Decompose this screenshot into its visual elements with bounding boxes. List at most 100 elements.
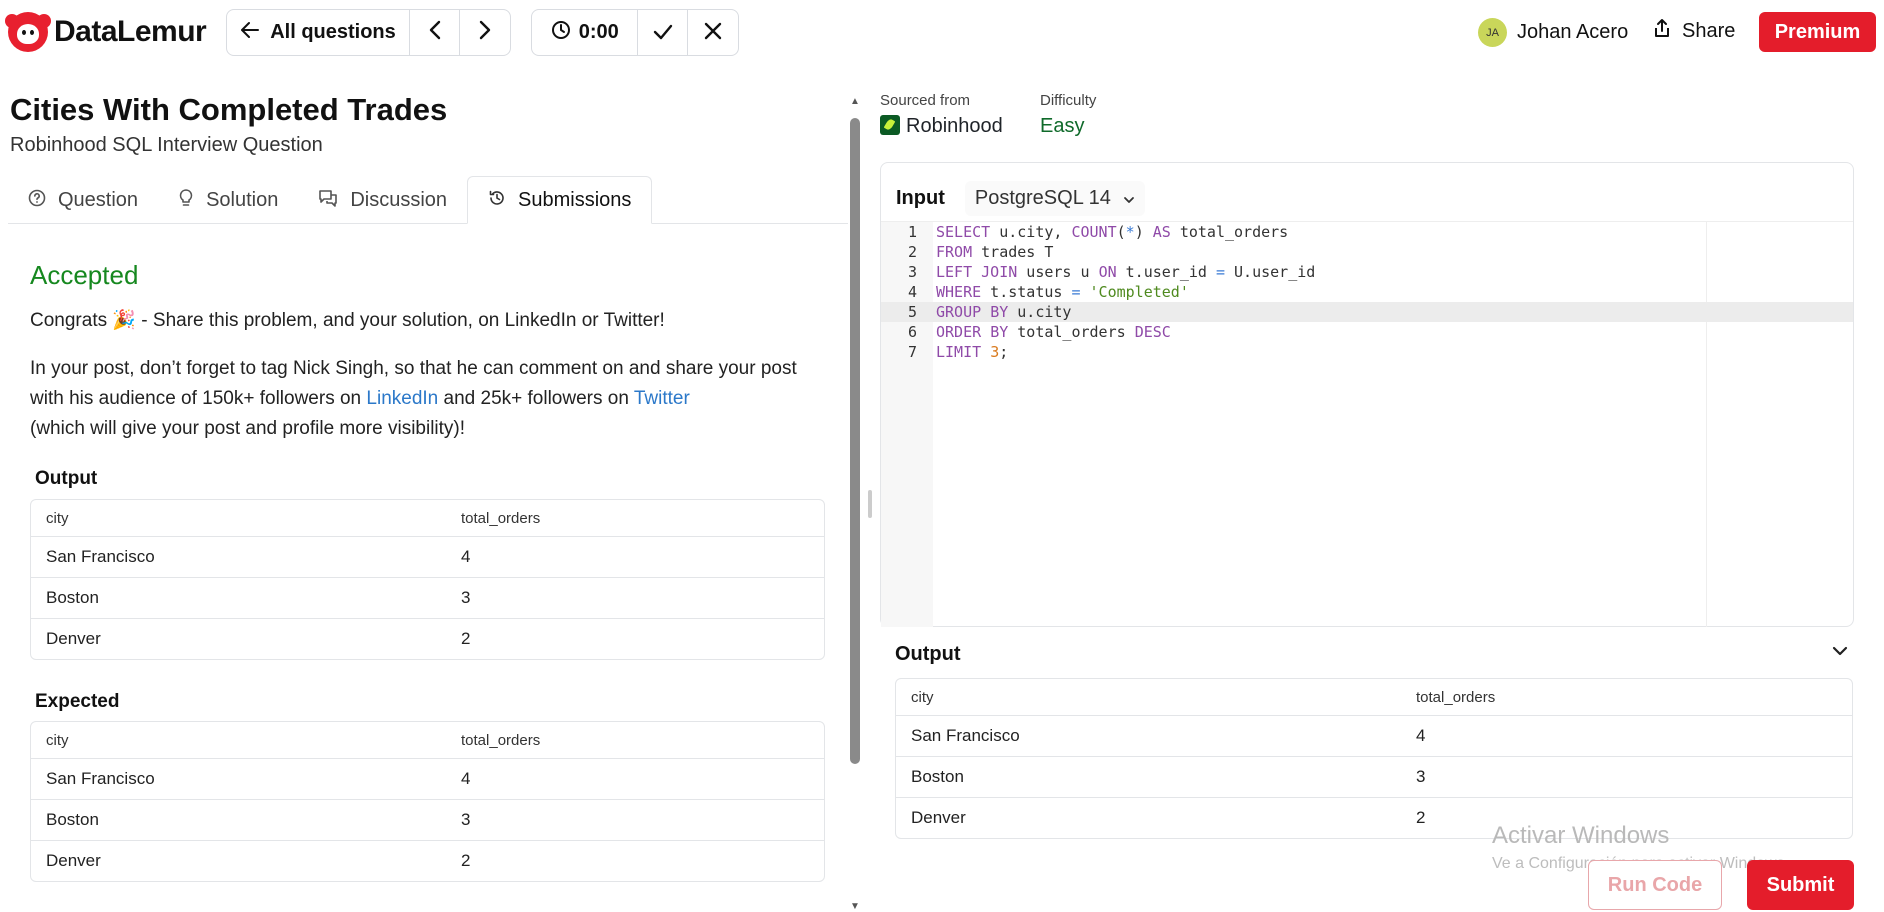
collapse-output-button[interactable] [1832,640,1848,661]
code-text: LEFT JOIN users u ON t.user_id = U.user_… [936,263,1316,281]
code-text: GROUP BY u.city [936,303,1072,321]
scroll-down-icon[interactable]: ▼ [850,901,860,912]
code-text: ORDER BY total_orders DESC [936,323,1171,341]
code-line[interactable]: 2 FROM trades T [881,242,1853,262]
brand-logo[interactable]: DataLemur [5,12,207,52]
code-text: LIMIT 3; [936,343,1009,361]
code-text: SELECT u.city, COUNT(*) AS total_orders [936,223,1289,241]
code-text: WHERE t.status = 'Completed' [936,283,1189,301]
column-header: total_orders [1416,688,1496,706]
lemur-logo-icon [5,12,51,52]
code-line[interactable]: 6 ORDER BY total_orders DESC [881,322,1853,342]
share-button[interactable]: Share [1654,18,1735,44]
table-row: Boston 3 [31,577,824,618]
table-cell: 4 [1416,726,1426,745]
tab-label: Solution [206,188,279,211]
table-cell: Denver [46,629,101,648]
code-editor-card: Input PostgreSQL 14 1 SELECT u.city, COUN… [880,162,1854,627]
sourced-label: Sourced from [880,92,971,109]
tab-solution[interactable]: Solution [158,176,298,224]
timer-group: 0:00 [531,9,739,56]
difficulty-value: Easy [1040,115,1085,137]
user-name: Johan Acero [1517,21,1629,43]
table-cell: San Francisco [46,769,155,788]
table-row: San Francisco 4 [31,536,824,577]
share-icon [1654,18,1670,44]
table-row: Boston 3 [31,799,824,840]
lightbulb-icon [178,188,194,213]
panel-resize-handle[interactable] [868,490,872,518]
prev-question-button[interactable] [410,10,460,55]
expected-label: Expected [35,691,120,712]
table-cell: 3 [1416,767,1426,786]
table-cell: Denver [46,851,101,870]
chevron-down-icon [1832,640,1848,660]
help-circle-icon [28,189,46,212]
column-header: total_orders [461,731,541,749]
congrats-text: Congrats 🎉 - Share this problem, and you… [30,310,665,331]
timer-button[interactable]: 0:00 [532,10,639,55]
code-line[interactable]: 4 WHERE t.status = 'Completed' [881,282,1853,302]
code-line[interactable]: 1 SELECT u.city, COUNT(*) AS total_orders [881,222,1853,242]
table-row: Denver 2 [31,840,824,881]
table-cell: 2 [461,629,471,648]
twitter-link[interactable]: Twitter [634,388,690,409]
run-code-button[interactable]: Run Code [1588,860,1722,910]
all-questions-button[interactable]: All questions [227,10,410,55]
user-menu[interactable]: JA Johan Acero [1478,18,1628,47]
chevron-down-icon [1123,187,1135,210]
table-cell: Boston [46,588,99,607]
table-cell: San Francisco [911,726,1020,745]
left-scrollbar[interactable]: ▲ ▼ [848,96,862,912]
line-number: 6 [907,323,917,341]
submit-button[interactable]: Submit [1747,860,1854,910]
chevron-right-icon [479,20,491,46]
scroll-up-icon[interactable]: ▲ [850,96,860,107]
question-nav-group: All questions [226,9,511,56]
history-icon [488,189,506,212]
line-number: 4 [907,283,917,301]
code-line[interactable]: 3 LEFT JOIN users u ON t.user_id = U.user… [881,262,1853,282]
linkedin-link[interactable]: LinkedIn [366,388,438,409]
table-cell: 2 [1416,808,1426,827]
table-cell: Boston [911,767,964,786]
table-row: Denver 2 [896,797,1852,838]
editor-header: Input PostgreSQL 14 [896,181,1145,216]
table-row: Boston 3 [896,756,1852,797]
avatar: JA [1478,18,1507,47]
table-header: city total_orders [31,500,824,536]
scrollbar-thumb[interactable] [850,118,860,764]
code-line[interactable]: 7 LIMIT 3; [881,342,1853,362]
share-text: and 25k+ followers on [438,388,634,409]
timer-reset-button[interactable] [688,10,738,55]
code-editor[interactable]: 1 SELECT u.city, COUNT(*) AS total_orders… [881,221,1853,627]
check-icon [653,19,673,47]
premium-button[interactable]: Premium [1759,12,1876,52]
question-tabs: Question Solution Discussion Submissions [8,176,848,224]
table-cell: 3 [461,810,471,829]
tab-discussion[interactable]: Discussion [298,176,467,224]
next-question-button[interactable] [460,10,510,55]
tab-question[interactable]: Question [8,176,158,224]
code-line[interactable]: 5 GROUP BY u.city [881,302,1853,322]
input-label: Input [896,187,945,209]
chevron-left-icon [429,20,441,46]
arrow-left-icon [240,21,260,45]
chat-icon [318,189,338,212]
table-header: city total_orders [896,679,1852,715]
page-title: Cities With Completed Trades [10,92,448,127]
table-cell: 2 [461,851,471,870]
tab-submissions[interactable]: Submissions [467,176,653,224]
timer-start-button[interactable] [638,10,689,55]
expected-table: city total_orders San Francisco 4 Boston… [30,721,825,882]
table-header: city total_orders [31,722,824,758]
column-header: city [46,731,69,749]
status-badge: Accepted [30,260,139,290]
share-paragraph: In your post, don’t forget to tag Nick S… [30,354,820,444]
line-number: 5 [907,303,917,321]
language-select[interactable]: PostgreSQL 14 [964,181,1145,216]
share-text: (which will give your post and profile m… [30,418,466,439]
table-cell: San Francisco [46,547,155,566]
tab-label: Submissions [518,188,632,211]
page-subtitle: Robinhood SQL Interview Question [10,134,323,156]
